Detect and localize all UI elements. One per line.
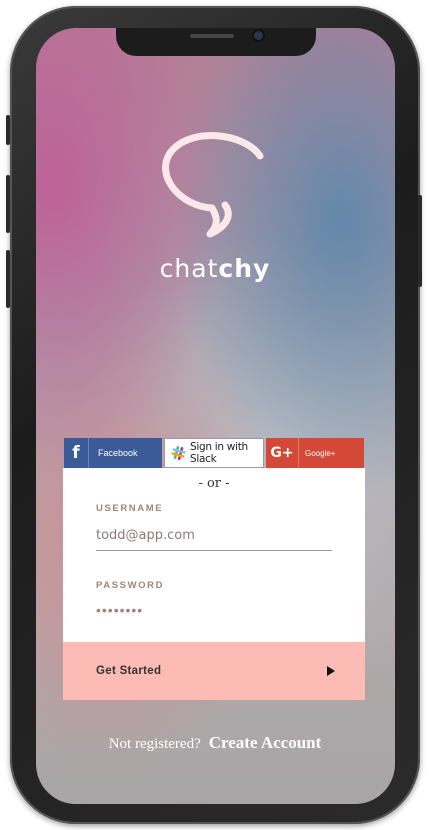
mute-switch	[6, 115, 10, 145]
password-label: PASSWORD	[96, 580, 165, 591]
or-separator: - or -	[198, 476, 230, 491]
facebook-icon: f	[64, 438, 89, 468]
google-plus-icon: G+	[266, 438, 299, 468]
slack-login-button[interactable]: Sign in with Slack	[164, 438, 264, 468]
username-label: USERNAME	[96, 503, 164, 514]
get-started-label: Get Started	[96, 665, 162, 677]
username-input[interactable]	[96, 524, 332, 551]
not-registered-text: Not registered?	[108, 736, 201, 752]
volume-up-button	[6, 175, 10, 233]
app-name: chatchy	[0, 254, 430, 283]
slack-icon	[171, 445, 186, 461]
facebook-label: Facebook	[98, 448, 138, 458]
login-form-card: - or - USERNAME PASSWORD •••••••• Get St…	[63, 468, 365, 700]
google-plus-label: Google+	[305, 448, 336, 458]
brand-bold: chy	[218, 254, 271, 283]
brand-light: chat	[159, 254, 219, 283]
register-prompt: Not registered? Create Account	[0, 733, 430, 753]
create-account-link[interactable]: Create Account	[209, 733, 322, 752]
get-started-button[interactable]: Get Started	[63, 642, 365, 700]
play-arrow-icon	[327, 666, 335, 676]
facebook-login-button[interactable]: f Facebook	[64, 438, 162, 468]
notch	[116, 28, 316, 56]
google-plus-login-button[interactable]: G+ Google+	[266, 438, 364, 468]
camera	[254, 31, 263, 40]
speaker	[190, 34, 234, 38]
slack-label: Sign in with Slack	[190, 441, 248, 465]
chat-bubble-logo-icon	[162, 132, 264, 238]
password-input[interactable]: ••••••••	[96, 602, 143, 618]
